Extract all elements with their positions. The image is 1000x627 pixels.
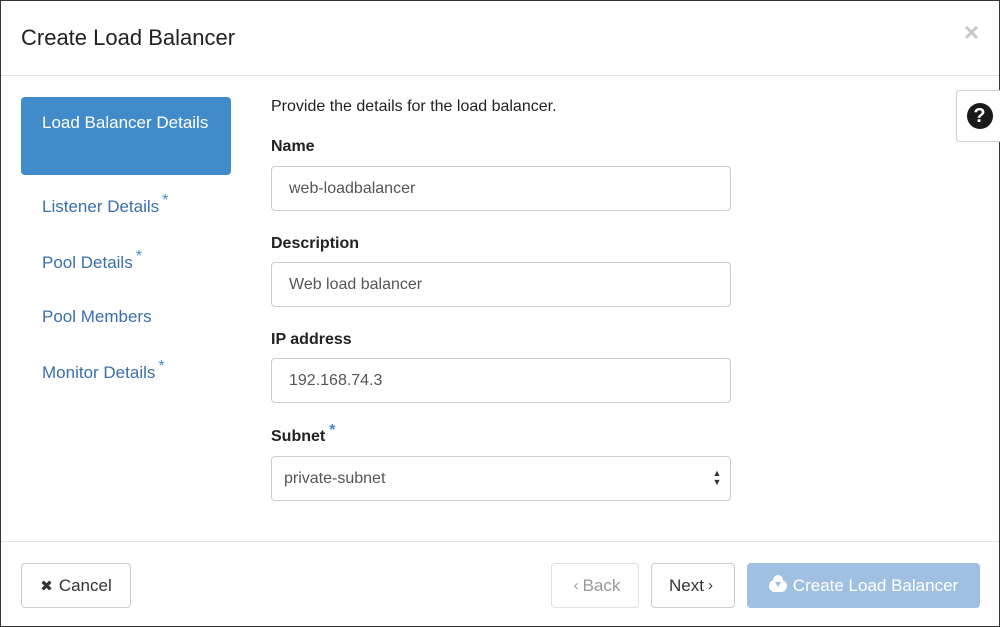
description-value: Web load balancer	[289, 275, 423, 293]
ip-address-field[interactable]: 192.168.74.3	[271, 358, 731, 403]
name-label: Name	[271, 138, 315, 155]
nav-item-label: Pool Details	[42, 253, 133, 272]
wizard-nav: Load Balancer Details Listener Details * …	[21, 97, 231, 385]
nav-item-listener-details[interactable]: Listener Details *	[21, 192, 231, 219]
subnet-label: Subnet *	[271, 422, 335, 446]
required-mark: *	[158, 358, 165, 376]
required-mark: *	[329, 421, 336, 439]
back-button[interactable]: ‹ Back	[551, 563, 639, 608]
close-icon: ✖	[40, 577, 53, 595]
create-label: Create Load Balancer	[792, 575, 959, 595]
chevron-left-icon: ‹	[573, 577, 579, 594]
ip-address-value: 192.168.74.3	[289, 371, 383, 389]
description-field[interactable]: Web load balancer	[271, 262, 731, 307]
nav-item-label: Pool Members	[42, 307, 152, 326]
select-arrows-icon: ▲ ▼	[712, 468, 722, 487]
create-load-balancer-modal: Create Load Balancer × ? Load Balancer D…	[0, 0, 1000, 627]
chevron-right-icon: ›	[707, 577, 713, 594]
cloud-upload-icon	[768, 574, 787, 592]
nav-item-monitor-details[interactable]: Monitor Details *	[21, 358, 231, 385]
modal-title: Create Load Balancer	[21, 25, 236, 50]
close-icon[interactable]: ×	[964, 19, 979, 45]
back-label: Back	[582, 575, 621, 595]
next-button[interactable]: Next ›	[651, 563, 735, 608]
cancel-label: Cancel	[58, 575, 112, 595]
subnet-value: private-subnet	[284, 469, 386, 487]
nav-item-label: Monitor Details	[42, 363, 156, 382]
name-value: web-loadbalancer	[289, 179, 416, 197]
modal-header: Create Load Balancer ×	[1, 1, 999, 76]
subnet-label-text: Subnet	[271, 428, 326, 445]
create-load-balancer-button[interactable]: Create Load Balancer	[747, 563, 980, 608]
nav-item-label: Listener Details	[42, 197, 160, 216]
help-button[interactable]: ?	[956, 90, 1000, 142]
nav-item-label: Load Balancer Details	[42, 113, 209, 132]
required-mark: *	[135, 248, 142, 266]
nav-item-pool-details[interactable]: Pool Details *	[21, 248, 231, 275]
next-label: Next	[669, 575, 704, 595]
cancel-button[interactable]: ✖ Cancel	[21, 563, 131, 608]
nav-item-load-balancer-details[interactable]: Load Balancer Details	[21, 97, 231, 175]
form-intro: Provide the details for the load balance…	[271, 98, 557, 115]
name-field[interactable]: web-loadbalancer	[271, 166, 731, 211]
required-mark: *	[162, 192, 169, 210]
question-icon: ?	[966, 103, 993, 129]
subnet-select[interactable]: private-subnet ▲ ▼	[271, 456, 731, 501]
description-label: Description	[271, 235, 360, 252]
ip-address-label: IP address	[271, 331, 352, 348]
nav-item-pool-members[interactable]: Pool Members	[21, 305, 231, 329]
